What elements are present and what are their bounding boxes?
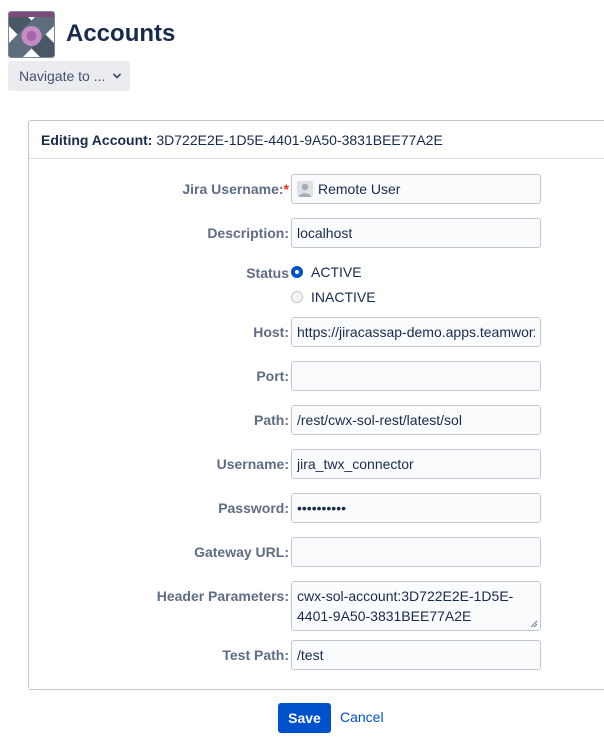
port-label: Port:	[256, 368, 289, 384]
header-parameters-textarea[interactable]: cwx-sol-account:3D722E2E-1D5E-4401-9A50-…	[291, 581, 541, 631]
panel-header: Editing Account: 3D722E2E-1D5E-4401-9A50…	[29, 121, 604, 159]
status-inactive-radio[interactable]: INACTIVE	[291, 289, 376, 305]
description-label: Description:	[207, 225, 289, 241]
test-path-label: Test Path:	[222, 647, 289, 663]
account-id: 3D722E2E-1D5E-4401-9A50-3831BEE77A2E	[156, 132, 443, 148]
radio-selected-icon	[291, 266, 303, 278]
description-input[interactable]	[291, 218, 541, 248]
status-label: Status	[246, 265, 289, 281]
header-parameters-label: Header Parameters:	[156, 588, 289, 604]
page-title: Accounts	[66, 20, 176, 47]
host-label: Host:	[253, 324, 289, 340]
gateway-url-label: Gateway URL:	[194, 544, 289, 560]
app-logo-icon	[8, 11, 55, 58]
status-active-radio[interactable]: ACTIVE	[291, 264, 362, 280]
chevron-down-icon	[113, 73, 121, 79]
cancel-link[interactable]: Cancel	[340, 709, 384, 725]
jira-username-label: Jira Username:*	[182, 181, 289, 197]
status-active-label: ACTIVE	[311, 264, 362, 280]
account-edit-panel: Editing Account: 3D722E2E-1D5E-4401-9A50…	[28, 120, 604, 690]
username-input[interactable]	[291, 449, 541, 479]
resize-grip-icon[interactable]	[528, 618, 538, 628]
navigate-to-dropdown[interactable]: Navigate to ...	[8, 61, 130, 91]
host-input[interactable]	[291, 317, 541, 347]
radio-unselected-icon	[291, 291, 303, 303]
password-input[interactable]	[291, 493, 541, 523]
navigate-label: Navigate to ...	[19, 68, 106, 84]
username-label: Username:	[216, 456, 289, 472]
jira-username-value: Remote User	[318, 181, 401, 197]
path-input[interactable]	[291, 405, 541, 435]
password-label: Password:	[218, 500, 289, 516]
test-path-input[interactable]	[291, 640, 541, 670]
jira-username-picker[interactable]: Remote User	[291, 174, 541, 204]
required-marker: *	[283, 181, 289, 197]
user-avatar-icon	[297, 181, 313, 197]
path-label: Path:	[254, 412, 289, 428]
status-inactive-label: INACTIVE	[311, 289, 376, 305]
port-input[interactable]	[291, 361, 541, 391]
save-button[interactable]: Save	[278, 703, 331, 733]
editing-account-label: Editing Account:	[41, 132, 153, 148]
gateway-url-input[interactable]	[291, 537, 541, 567]
